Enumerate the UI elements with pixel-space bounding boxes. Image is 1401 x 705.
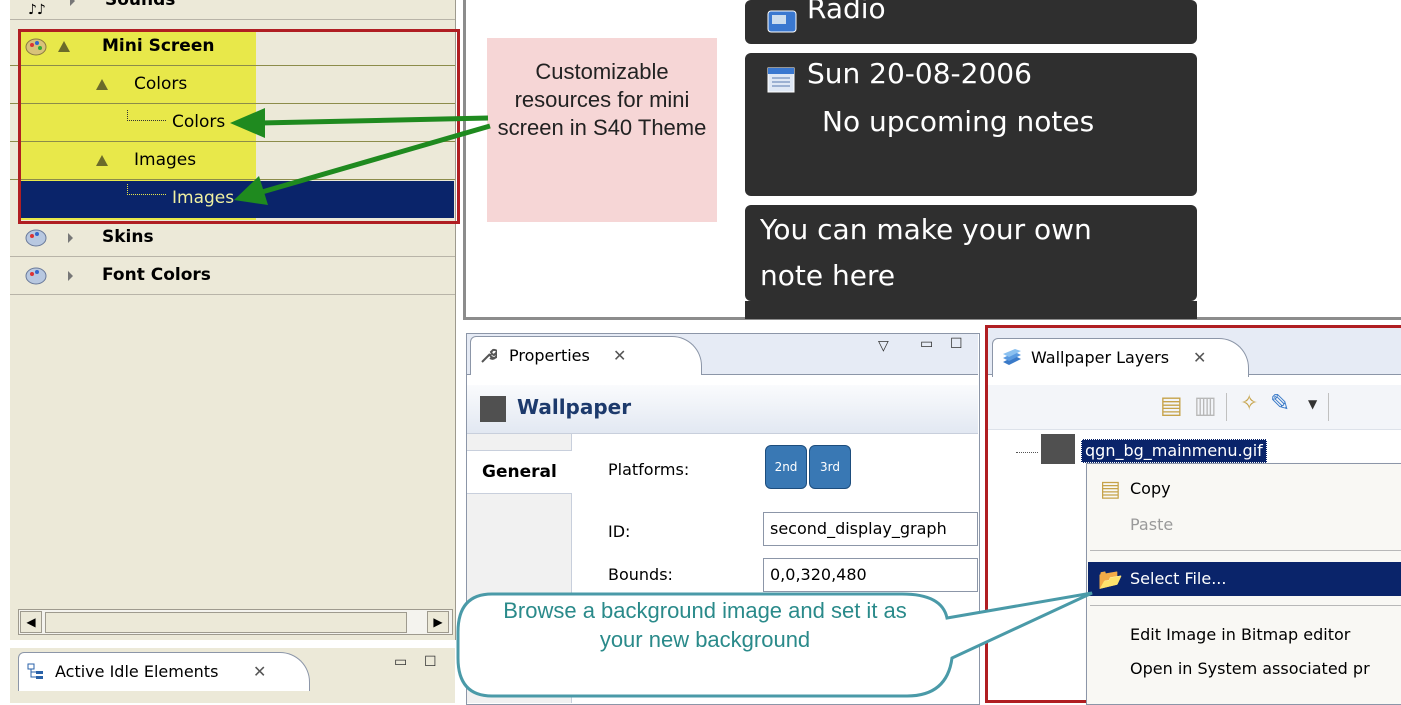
annotation-arrows xyxy=(230,108,491,205)
